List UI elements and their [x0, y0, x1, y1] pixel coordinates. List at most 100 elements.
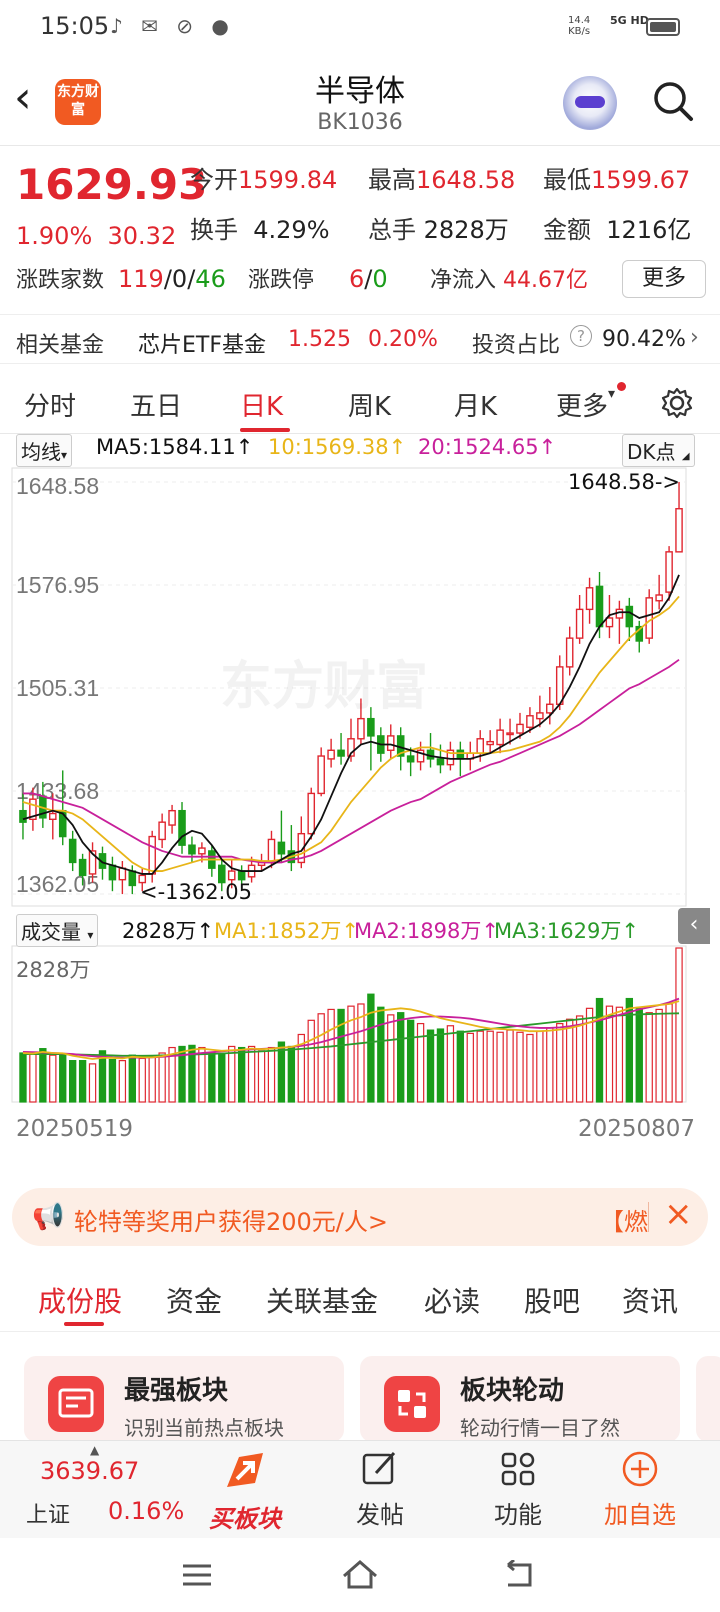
low-marker: <-1362.05	[140, 880, 253, 904]
buy-board-button[interactable]: 买板块	[200, 1447, 290, 1534]
candle-body	[277, 841, 286, 855]
volume-bar	[466, 1032, 474, 1103]
buy-label: 买板块	[209, 1505, 281, 1533]
add-watchlist-button[interactable]: 加自选	[592, 1449, 688, 1530]
tab-five-day[interactable]: 五日	[130, 386, 182, 423]
candle-body	[595, 585, 604, 628]
tab-daily-k[interactable]: 日K	[240, 386, 283, 423]
volume-bar	[436, 1028, 445, 1103]
home-icon[interactable]	[340, 1558, 380, 1590]
card-strongest-board[interactable]: 最强板块 识别当前热点板块	[24, 1356, 344, 1442]
tab-related-funds[interactable]: 关联基金	[266, 1280, 378, 1320]
help-icon[interactable]: ?	[570, 325, 592, 347]
back-icon[interactable]	[502, 1560, 536, 1590]
candle-body	[536, 712, 544, 720]
kline-chart[interactable]: 均线▾ MA5:1584.11↑ 10:1569.38↑ 20:1524.65↑…	[0, 434, 720, 1174]
signal-icon: 5G HD	[610, 14, 649, 27]
candle-body	[49, 812, 57, 821]
menu-icon[interactable]	[180, 1562, 214, 1588]
tab-more[interactable]: 更多▾	[556, 386, 615, 423]
index-value: 3639.67	[40, 1457, 140, 1485]
candle-body	[108, 864, 117, 881]
volume-bar	[158, 1052, 166, 1103]
rotation-icon	[384, 1376, 440, 1432]
index-name: 上证	[26, 1503, 71, 1528]
date-end: 20250807	[578, 1116, 696, 1142]
candle-body	[575, 608, 584, 639]
status-bar: 15:05 ♪ ✉ ⊘ ● 14.4 KB/s 5G HD	[0, 0, 720, 56]
volume-bar	[367, 993, 375, 1103]
candle-body	[526, 715, 534, 728]
change-pct: 1.90%	[16, 222, 93, 250]
gear-icon[interactable]	[660, 386, 694, 420]
volume-select[interactable]: 成交量 ▾	[16, 914, 99, 947]
card-partial[interactable]	[696, 1356, 720, 1442]
index-pct: 0.16%	[108, 1497, 185, 1525]
volume-bar	[506, 1029, 514, 1103]
candle-body	[317, 755, 325, 795]
y-axis-label: 1505.31	[16, 675, 99, 701]
search-icon[interactable]	[652, 80, 694, 122]
turnover-field: 换手 4.29%	[190, 216, 330, 244]
net-speed: 14.4 KB/s	[568, 15, 591, 37]
tab-must-read[interactable]: 必读	[424, 1280, 480, 1320]
y-axis-label: 1576.95	[16, 572, 99, 598]
candle-body	[476, 738, 485, 754]
candle-body	[307, 792, 316, 835]
tab-constituents[interactable]: 成份股	[38, 1280, 122, 1320]
candle-body	[367, 717, 375, 737]
edit-icon	[362, 1451, 396, 1485]
tab-intraday[interactable]: 分时	[24, 386, 76, 423]
close-icon[interactable]: ×	[664, 1194, 693, 1234]
grid-icon	[501, 1452, 535, 1486]
related-fund-row[interactable]: 相关基金 芯片ETF基金 1.525 0.20% 投资占比 ? 90.42% ›	[0, 314, 720, 364]
collapse-arrow-icon[interactable]: ‹	[678, 908, 710, 944]
caret-up-icon: ▲	[90, 1443, 100, 1457]
volume-bar	[257, 1050, 266, 1103]
volume-bar	[446, 1025, 455, 1103]
candle-body	[337, 749, 345, 757]
tab-capital[interactable]: 资金	[166, 1280, 222, 1320]
candle-body	[406, 755, 415, 763]
candle-body	[237, 870, 246, 881]
card-board-rotation[interactable]: 板块轮动 轮动行情一目了然	[360, 1356, 680, 1442]
volume-bar	[486, 1030, 494, 1103]
candle-body	[267, 838, 276, 864]
candle-body	[546, 703, 554, 714]
volume-bar	[536, 1030, 544, 1103]
candle-body	[675, 508, 683, 553]
volume-bar	[615, 1006, 624, 1103]
volume-bar	[397, 1012, 405, 1103]
candle-body	[645, 597, 653, 639]
more-button[interactable]: 更多	[622, 260, 706, 298]
tab-news[interactable]: 资讯	[622, 1280, 678, 1320]
tab-forum[interactable]: 股吧	[524, 1280, 580, 1320]
tab-weekly-k[interactable]: 周K	[348, 386, 391, 423]
volume-bar	[456, 1030, 465, 1103]
fund-pct: 0.20%	[368, 327, 438, 352]
volume-bar	[566, 1018, 574, 1103]
volume-bar	[575, 1015, 584, 1103]
low-field: 最低1599.67	[543, 166, 691, 194]
high-marker: 1648.58->	[568, 470, 681, 494]
megaphone-icon: 📢	[32, 1202, 65, 1232]
assistant-robot-avatar[interactable]	[563, 76, 617, 130]
tab-monthly-k[interactable]: 月K	[454, 386, 497, 423]
vol-ma1-label: MA1:1852万↑	[214, 919, 359, 943]
change-abs: 30.32	[107, 222, 177, 250]
post-button[interactable]: 发帖	[340, 1449, 420, 1530]
volume-bar	[387, 1014, 395, 1103]
index-ticker[interactable]: ▲ 3639.67 上证 0.16%	[0, 1441, 190, 1539]
net-inflow: 净流入 44.67亿	[430, 268, 588, 293]
plus-circle-icon	[622, 1451, 658, 1487]
volume-bar	[78, 1060, 87, 1103]
candle-body	[456, 749, 465, 760]
banner-text: 轮特等奖用户获得200元/人>	[74, 1208, 389, 1236]
content-tabs: 成份股 资金 关联基金 必读 股吧 资讯	[0, 1262, 720, 1332]
ratio-label: 投资占比	[472, 333, 561, 358]
functions-button[interactable]: 功能	[478, 1449, 558, 1530]
promo-banner[interactable]: 📢 轮特等奖用户获得200元/人> 【燃 ×	[12, 1188, 708, 1246]
card-desc: 识别当前热点板块	[124, 1416, 284, 1440]
divider	[648, 1202, 649, 1232]
change-row: 1.90% 30.32	[16, 222, 176, 250]
